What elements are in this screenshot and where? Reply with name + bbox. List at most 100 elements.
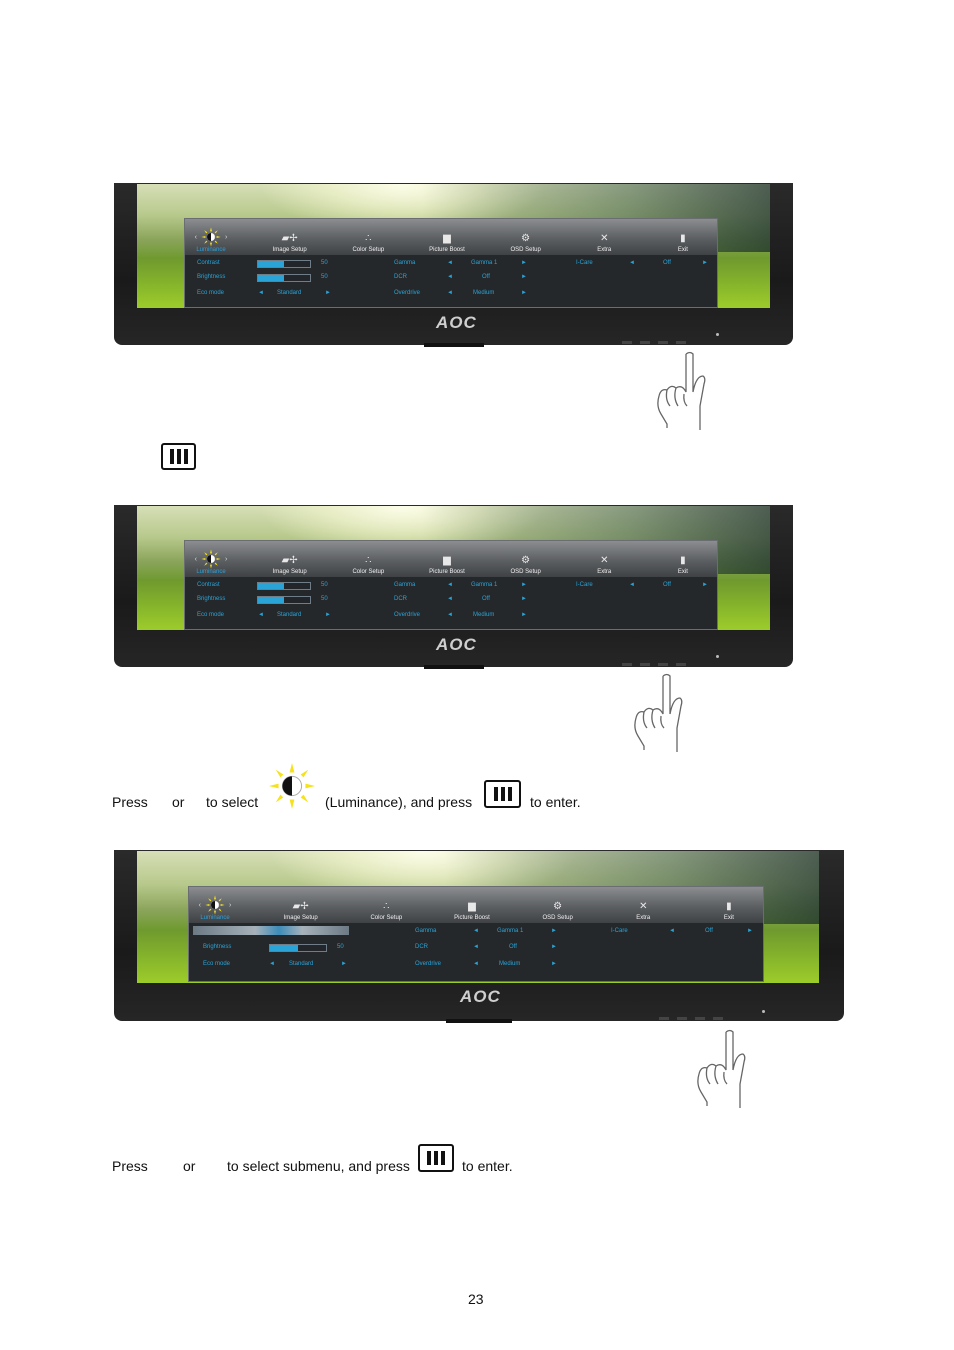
tab-color-setup[interactable]: ∴ Color Setup (348, 229, 388, 254)
arrow-left-icon[interactable]: ◄ (669, 928, 675, 934)
arrow-left-icon[interactable]: ◄ (629, 260, 635, 266)
tab-color-setup[interactable]: ∴ Color Setup (348, 551, 388, 576)
arrow-left-icon[interactable]: ◄ (473, 961, 479, 967)
instruction-luminance: (Luminance), and press (325, 794, 473, 810)
arrow-left-icon[interactable]: ◄ (269, 961, 275, 967)
osd-setup-icon: ⚙ (521, 554, 531, 566)
arrow-left-icon[interactable]: ◄ (447, 290, 453, 296)
instruction-to-select-submenu: to select submenu, and press (227, 1158, 410, 1174)
arrow-right-icon[interactable]: ► (702, 582, 708, 588)
arrow-left-icon[interactable]: ◄ (447, 582, 453, 588)
tab-extra[interactable]: ✕ Extra (584, 229, 624, 254)
luminance-sun-icon (205, 895, 225, 915)
tab-osd-setup[interactable]: ⚙ OSD Setup (506, 551, 546, 576)
gamma-value: Gamma 1 (471, 582, 498, 588)
arrow-right-icon[interactable]: ► (702, 260, 708, 266)
brightness-slider[interactable] (257, 596, 311, 604)
tab-picture-boost[interactable]: ▆ Picture Boost (427, 229, 467, 254)
tab-label: Extra (597, 247, 612, 253)
arrow-right-icon[interactable]: ► (521, 612, 527, 618)
dcr-label: DCR (394, 596, 407, 602)
luminance-sun-icon (201, 549, 221, 569)
tab-extra[interactable]: ✕ Extra (623, 897, 663, 922)
overdrive-label: Overdrive (415, 961, 442, 967)
power-led (762, 1010, 765, 1013)
arrow-left-icon[interactable]: ◄ (258, 612, 264, 618)
tab-image-setup[interactable]: ▰✢ Image Setup (281, 897, 321, 922)
contrast-slider[interactable] (257, 582, 311, 590)
tab-osd-setup[interactable]: ⚙ OSD Setup (538, 897, 578, 922)
tab-image-setup[interactable]: ▰✢ Image Setup (270, 229, 310, 254)
arrow-right-icon[interactable]: ► (551, 944, 557, 950)
arrow-right-icon[interactable]: ► (325, 290, 331, 296)
arrow-right-icon[interactable]: ► (341, 961, 347, 967)
arrow-left-icon[interactable]: ◄ (447, 612, 453, 618)
nav-right-icon: › (225, 555, 228, 563)
menu-key-icon (161, 443, 196, 470)
eco-mode-value: Standard (289, 961, 314, 967)
nav-left-icon: ‹ (194, 233, 197, 241)
tab-exit[interactable]: ▮ Exit (663, 229, 703, 254)
luminance-sun-icon (201, 227, 221, 247)
arrow-right-icon[interactable]: ► (325, 612, 331, 618)
gamma-label: Gamma (394, 582, 416, 588)
contrast-row-highlight[interactable] (193, 926, 349, 935)
monitor-buttons (659, 1017, 723, 1020)
arrow-left-icon[interactable]: ◄ (447, 260, 453, 266)
tab-image-setup[interactable]: ▰✢ Image Setup (270, 551, 310, 576)
power-led (716, 655, 719, 658)
brightness-label: Brightness (203, 944, 232, 950)
arrow-right-icon[interactable]: ► (551, 928, 557, 934)
color-setup-icon: ∴ (383, 900, 390, 912)
brightness-slider[interactable] (257, 274, 311, 282)
tab-picture-boost[interactable]: ▆ Picture Boost (452, 897, 492, 922)
tab-label: Luminance (196, 569, 226, 575)
brightness-slider[interactable] (269, 944, 327, 952)
i-care-label: I-Care (576, 582, 593, 588)
arrow-left-icon[interactable]: ◄ (473, 928, 479, 934)
arrow-right-icon[interactable]: ► (521, 290, 527, 296)
nav-left-icon: ‹ (198, 901, 201, 909)
exit-door-icon: ▮ (680, 554, 686, 566)
tab-luminance[interactable]: ‹ › Luminance (195, 895, 235, 921)
contrast-slider[interactable] (257, 260, 311, 268)
arrow-right-icon[interactable]: ► (521, 274, 527, 280)
contrast-label: Contrast (197, 582, 220, 588)
contrast-value: 50 (321, 260, 328, 266)
picture-boost-icon: ▆ (443, 554, 451, 566)
arrow-right-icon[interactable]: ► (521, 596, 527, 602)
arrow-left-icon[interactable]: ◄ (258, 290, 264, 296)
nav-right-icon: › (229, 901, 232, 909)
tab-label: OSD Setup (542, 915, 573, 921)
extra-tools-icon: ✕ (639, 900, 648, 912)
tab-picture-boost[interactable]: ▆ Picture Boost (427, 551, 467, 576)
monitor-stand (446, 1019, 512, 1023)
tab-label: Color Setup (352, 569, 385, 575)
arrow-right-icon[interactable]: ► (521, 582, 527, 588)
slider-fill (258, 597, 284, 603)
tab-luminance[interactable]: ‹ › Luminance (191, 549, 231, 575)
tab-extra[interactable]: ✕ Extra (584, 551, 624, 576)
arrow-left-icon[interactable]: ◄ (473, 944, 479, 950)
monitor-screenshot-2: AOC ‹ › Luminance ▰✢ Image Setup ∴ Color S… (114, 505, 793, 667)
nav-right-icon: › (225, 233, 228, 241)
tab-label: Picture Boost (429, 247, 465, 253)
arrow-left-icon[interactable]: ◄ (447, 596, 453, 602)
tab-exit[interactable]: ▮ Exit (663, 551, 703, 576)
osd-tab-bar: ‹ › Luminance ▰✢ Image Setup ∴ Color Setup… (189, 887, 763, 923)
slider-fill (270, 945, 298, 951)
slider-fill (258, 583, 284, 589)
osd-settings: Brightness 50 Eco mode ◄ Standard ► Gamm… (189, 923, 763, 981)
tab-osd-setup[interactable]: ⚙ OSD Setup (506, 229, 546, 254)
arrow-right-icon[interactable]: ► (551, 961, 557, 967)
osd-menu: ‹ › Luminance ▰✢ Image Setup ∴ Color Setup… (188, 886, 764, 982)
arrow-right-icon[interactable]: ► (521, 260, 527, 266)
tab-label: Luminance (200, 915, 230, 921)
dcr-value: Off (482, 596, 490, 602)
arrow-left-icon[interactable]: ◄ (629, 582, 635, 588)
tab-exit[interactable]: ▮ Exit (709, 897, 749, 922)
arrow-right-icon[interactable]: ► (747, 928, 753, 934)
tab-luminance[interactable]: ‹ › Luminance (191, 227, 231, 253)
tab-color-setup[interactable]: ∴ Color Setup (366, 897, 406, 922)
arrow-left-icon[interactable]: ◄ (447, 274, 453, 280)
